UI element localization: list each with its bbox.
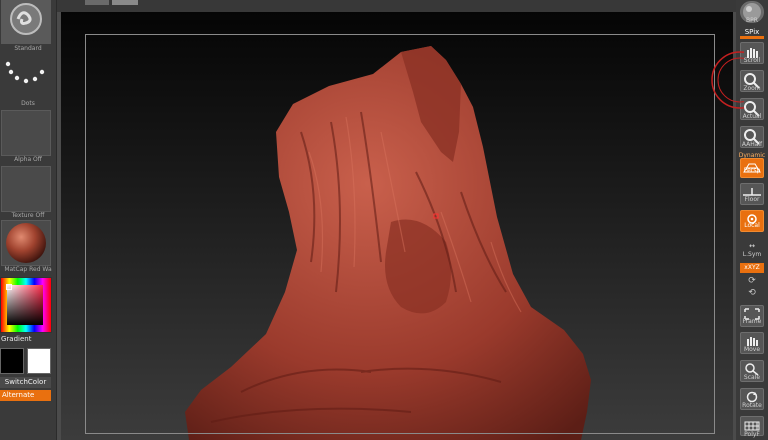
alternate-button[interactable]: Alternate xyxy=(0,390,51,401)
brush-thumbnail[interactable] xyxy=(1,0,51,44)
stroke-thumbnail[interactable] xyxy=(1,54,51,100)
texture-thumbnail[interactable] xyxy=(1,166,51,212)
color-picker[interactable] xyxy=(0,277,52,333)
texture-label: Texture Off xyxy=(11,212,45,219)
rotate-axis-icon-2[interactable]: ⟲ xyxy=(740,288,764,298)
floor-label: Floor xyxy=(744,196,760,203)
top-scrollbar-thumb[interactable] xyxy=(112,0,138,5)
frame-label: Frame xyxy=(742,318,762,325)
brush-label: Standard xyxy=(14,45,42,52)
material-label: MatCap Red Wa xyxy=(4,266,52,273)
document-frame xyxy=(85,34,715,434)
local-label: Local xyxy=(744,222,760,229)
gradient-label: Gradient xyxy=(1,335,32,343)
persp-label: Persp xyxy=(743,167,761,174)
material-sphere-icon xyxy=(6,223,46,263)
brush-standard-icon xyxy=(10,3,42,35)
actual-label: Actual xyxy=(742,113,762,120)
left-shelf: Standard Dots Alpha Off Texture Off MatC… xyxy=(0,0,56,440)
alpha-label: Alpha Off xyxy=(14,156,42,163)
primary-color-swatch[interactable] xyxy=(0,348,24,374)
move-label: Move xyxy=(743,346,761,353)
top-scrollbar-left[interactable] xyxy=(85,0,109,5)
scale-label: Scale xyxy=(743,374,761,381)
navigation-ring-icon[interactable] xyxy=(704,50,744,110)
alpha-thumbnail[interactable] xyxy=(1,110,51,156)
xyz-button[interactable]: xXYZ xyxy=(740,263,764,273)
material-thumbnail[interactable] xyxy=(1,220,51,266)
stroke-dots-icon xyxy=(5,61,45,84)
lsym-label: L.Sym xyxy=(742,251,762,258)
rotate-label: Rotate xyxy=(742,402,762,409)
bpr-label: BPR xyxy=(746,17,758,24)
viewport-3d[interactable] xyxy=(61,12,733,440)
polyf-label: PolyF xyxy=(744,431,760,438)
switch-color-button[interactable]: SwitchColor xyxy=(0,377,51,388)
color-saturation-square[interactable] xyxy=(7,285,43,325)
aahalf-label: AAHalf xyxy=(741,141,763,148)
secondary-color-swatch[interactable] xyxy=(27,348,51,374)
canvas-area xyxy=(57,0,736,440)
lsym-icon[interactable]: ↔ xyxy=(740,242,764,250)
stroke-label: Dots xyxy=(21,100,35,107)
spix-label: SPix xyxy=(744,28,760,36)
canvas-top-bar xyxy=(57,0,736,12)
spix-slider[interactable] xyxy=(740,36,764,39)
color-cursor xyxy=(6,284,12,290)
rotate-axis-icon-1[interactable]: ⟳ xyxy=(740,276,764,286)
